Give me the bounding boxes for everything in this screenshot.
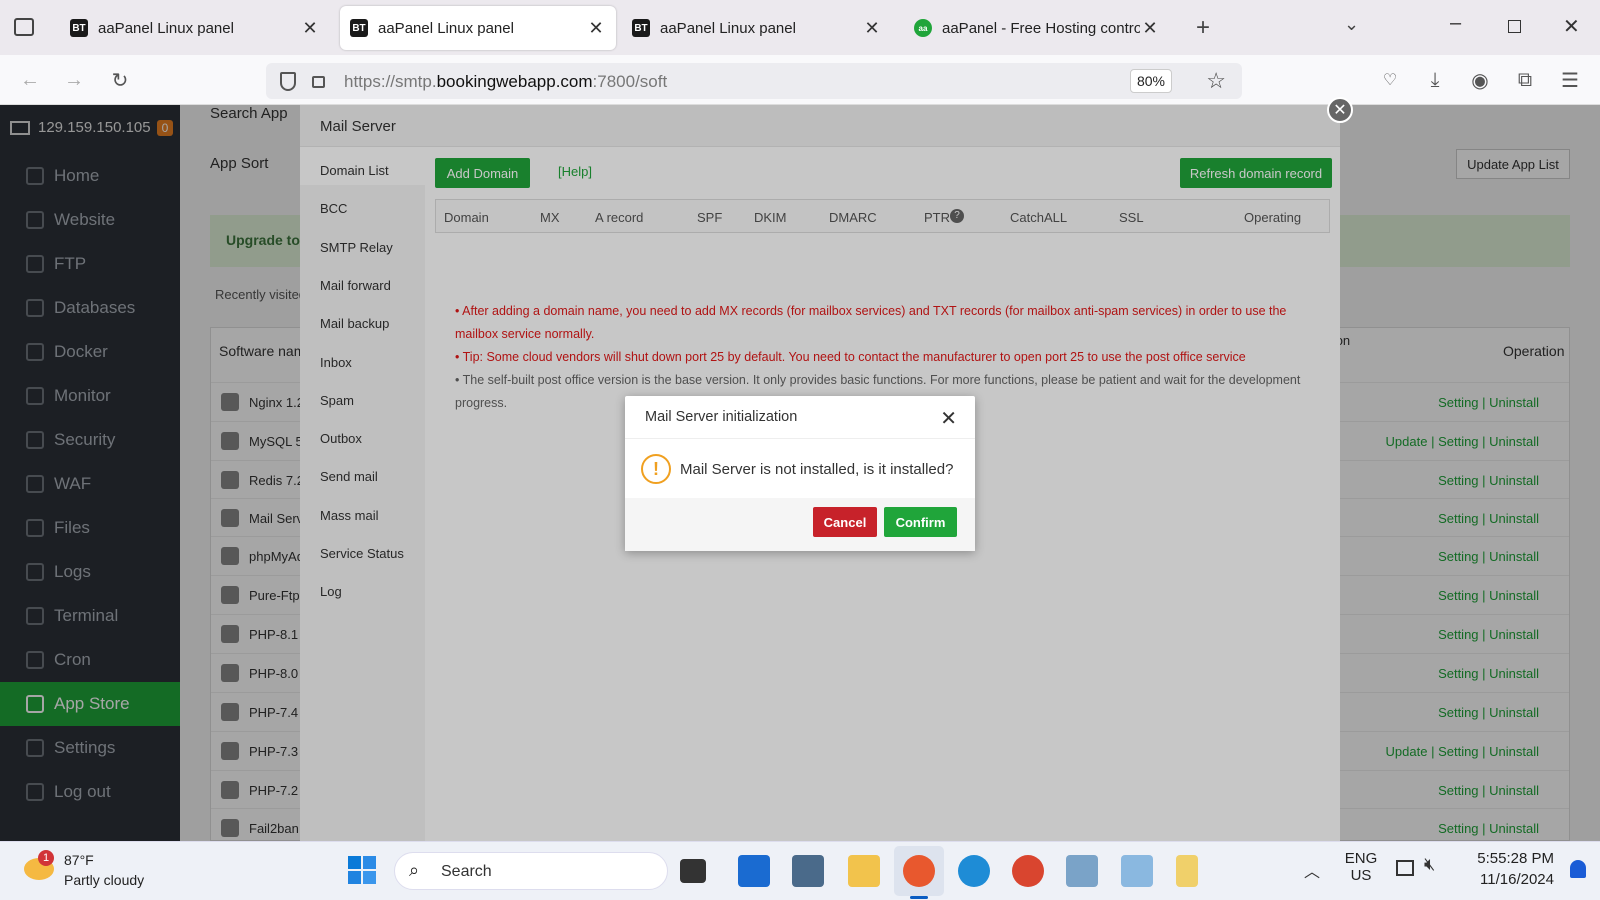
mail-server-init-dialog: Mail Server initialization ✕ ! Mail Serv… — [625, 396, 975, 551]
weather-condition: Partly cloudy — [64, 872, 145, 888]
weather-alert-badge: 1 — [38, 850, 54, 866]
back-icon[interactable]: ← — [15, 65, 45, 95]
menu-icon[interactable]: ☰ — [1555, 65, 1585, 95]
chrome-icon[interactable] — [1012, 855, 1044, 887]
edge-icon[interactable] — [958, 855, 990, 887]
account-icon[interactable]: ◉ — [1465, 65, 1495, 95]
weather-widget[interactable]: 1 87°F Partly cloudy — [20, 850, 170, 894]
task-view-icon[interactable] — [680, 859, 706, 883]
tab-title: aaPanel Linux panel — [378, 19, 514, 37]
file-explorer-icon[interactable] — [848, 855, 880, 887]
bt-favicon-icon: BT — [70, 19, 88, 37]
network-app-icon[interactable] — [1066, 855, 1098, 887]
clock[interactable]: 5:55:28 PM 11/16/2024 — [1464, 848, 1554, 890]
lock-icon[interactable] — [312, 76, 325, 88]
tab-title: aaPanel Linux panel — [660, 19, 796, 37]
minimize-icon[interactable]: – — [1450, 12, 1461, 35]
star-icon[interactable]: ☆ — [1206, 68, 1226, 94]
search-placeholder: Search — [441, 863, 492, 880]
warning-icon: ! — [641, 454, 671, 484]
reload-icon[interactable]: ↻ — [105, 65, 135, 95]
zoom-level[interactable]: 80% — [1130, 69, 1172, 93]
forward-icon[interactable]: → — [59, 65, 89, 95]
lang-code: ENG — [1344, 850, 1378, 867]
microsoft-store-icon[interactable] — [738, 855, 770, 887]
close-dialog-icon[interactable]: ✕ — [940, 406, 957, 431]
aapanel-favicon-icon: aa — [914, 19, 932, 37]
tab-title: aaPanel Linux panel — [98, 19, 234, 37]
new-tab-icon[interactable]: + — [1196, 14, 1210, 42]
browser-nav-bar: ← → ↻ https://smtp.bookingwebapp.com:780… — [0, 55, 1600, 105]
taskbar-search[interactable]: ⌕ Search — [394, 852, 668, 890]
firefox-icon[interactable] — [903, 855, 935, 887]
language-indicator[interactable]: ENG US — [1344, 850, 1378, 884]
close-tab-icon[interactable]: ✕ — [1140, 18, 1160, 39]
confirm-button[interactable]: Confirm — [884, 507, 957, 537]
dialog-footer: Cancel Confirm — [625, 498, 975, 551]
keyboard-app-icon[interactable] — [792, 855, 824, 887]
url-domain: bookingwebapp.com — [436, 72, 593, 91]
tab-list-chevron-icon[interactable]: ⌄ — [1344, 14, 1359, 35]
time: 5:55:28 PM — [1477, 850, 1554, 867]
extensions-icon[interactable]: ⧉ — [1510, 65, 1540, 95]
notification-bell-icon[interactable] — [1570, 860, 1586, 878]
temperature: 87°F — [64, 852, 94, 868]
close-tab-icon[interactable]: ✕ — [300, 18, 320, 39]
network-icon[interactable] — [1396, 860, 1414, 876]
url-prefix: https://smtp. — [344, 72, 437, 91]
close-mail-panel-icon[interactable]: ✕ — [1327, 97, 1353, 123]
browser-tab-3[interactable]: BT aaPanel Linux panel ✕ — [622, 6, 892, 50]
search-icon: ⌕ — [409, 860, 420, 880]
shield-icon[interactable] — [280, 72, 296, 91]
address-bar[interactable]: https://smtp.bookingwebapp.com:7800/soft… — [266, 63, 1242, 99]
pocket-icon[interactable]: ♡ — [1375, 65, 1405, 95]
browser-tab-2[interactable]: BT aaPanel Linux panel ✕ — [340, 6, 616, 50]
resource-monitor-icon[interactable] — [1121, 855, 1153, 887]
volume-muted-icon[interactable]: 🔇︎ — [1424, 854, 1435, 875]
notes-app-icon[interactable] — [1176, 855, 1198, 887]
download-icon[interactable]: ⤓ — [1420, 65, 1450, 95]
dialog-title: Mail Server initialization — [625, 396, 975, 439]
restore-icon[interactable] — [1508, 20, 1521, 33]
taskbar: 1 87°F Partly cloudy ⌕ Search ︿ ENG US 🔇… — [0, 841, 1600, 900]
date: 11/16/2024 — [1480, 871, 1554, 888]
close-tab-icon[interactable]: ✕ — [586, 18, 606, 39]
tab-title: aaPanel - Free Hosting control — [942, 19, 1140, 37]
dialog-message: Mail Server is not installed, is it inst… — [680, 461, 954, 478]
url-text[interactable]: https://smtp.bookingwebapp.com:7800/soft — [344, 72, 667, 92]
start-icon[interactable] — [348, 856, 376, 884]
browser-tab-4[interactable]: aa aaPanel - Free Hosting control ✕ — [904, 6, 1170, 50]
tab-overview-icon[interactable] — [14, 18, 34, 36]
browser-tab-1[interactable]: BT aaPanel Linux panel ✕ — [60, 6, 330, 50]
close-window-icon[interactable]: ✕ — [1563, 14, 1580, 39]
browser-tab-bar: BT aaPanel Linux panel ✕ BT aaPanel Linu… — [0, 0, 1600, 55]
active-app-indicator — [910, 896, 928, 899]
close-tab-icon[interactable]: ✕ — [862, 18, 882, 39]
region-code: US — [1350, 867, 1372, 884]
show-hidden-icons-chevron-icon[interactable]: ︿ — [1304, 858, 1320, 882]
cancel-button[interactable]: Cancel — [813, 507, 877, 537]
url-suffix: :7800/soft — [592, 72, 668, 91]
bt-favicon-icon: BT — [632, 19, 650, 37]
bt-favicon-icon: BT — [350, 19, 368, 37]
